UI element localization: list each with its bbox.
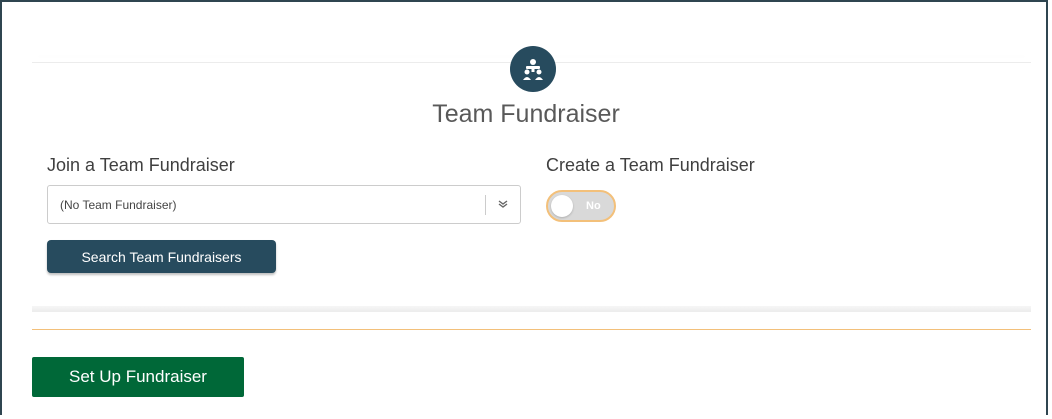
section-title: Team Fundraiser (432, 100, 620, 128)
toggle-state-text: No (586, 200, 601, 212)
create-team-toggle[interactable]: No (546, 190, 616, 222)
join-team-label: Join a Team Fundraiser (47, 155, 235, 175)
toggle-knob (551, 195, 573, 217)
search-team-fundraisers-button[interactable]: Search Team Fundraisers (47, 240, 276, 273)
panel-bottom-divider (32, 306, 1031, 312)
select-separator (485, 195, 486, 215)
chevron-down-icon[interactable] (496, 198, 510, 210)
select-value: (No Team Fundraiser) (60, 198, 177, 212)
team-icon (510, 46, 556, 92)
team-fundraiser-select[interactable]: (No Team Fundraiser) (47, 185, 521, 224)
orange-divider (32, 329, 1031, 330)
create-team-label: Create a Team Fundraiser (546, 155, 755, 175)
team-fundraiser-panel: Team Fundraiser Join a Team Fundraiser C… (0, 0, 1048, 415)
team-icon-glyph (523, 59, 543, 80)
set-up-fundraiser-button[interactable]: Set Up Fundraiser (32, 357, 244, 397)
